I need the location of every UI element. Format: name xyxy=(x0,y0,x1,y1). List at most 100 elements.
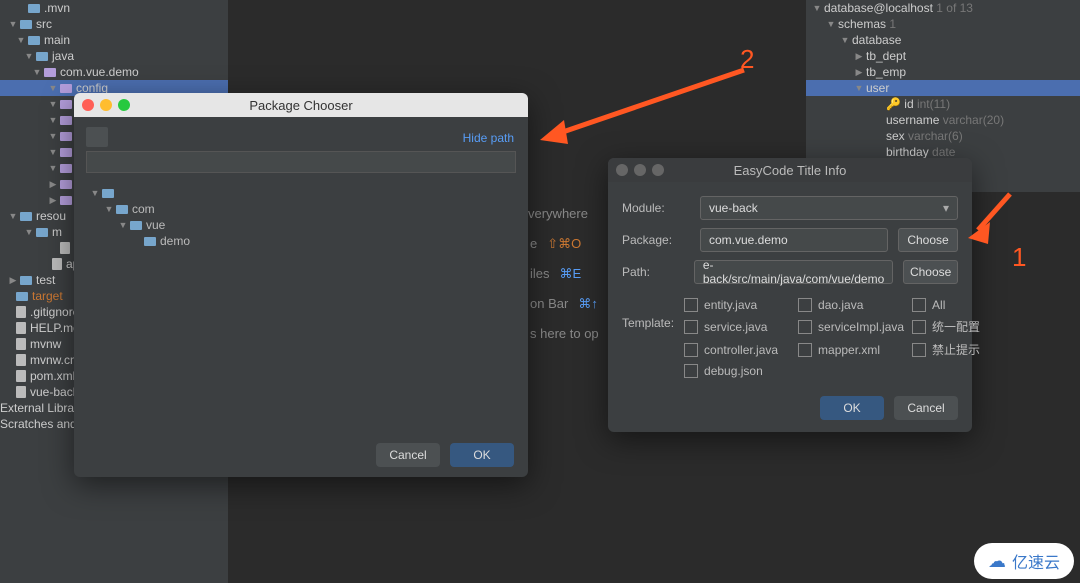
project-tree-item[interactable]: .mvn xyxy=(0,0,228,16)
db-tree-item[interactable]: ▼database@localhost 1 of 13 xyxy=(806,0,1080,16)
db-label: 🔑 id xyxy=(886,97,914,111)
folder-icon xyxy=(102,189,114,198)
checkbox-icon[interactable] xyxy=(684,343,698,357)
db-type: varchar(20) xyxy=(939,113,1004,127)
db-tree-item[interactable]: ▼database xyxy=(806,32,1080,48)
dialog-titlebar[interactable]: Package Chooser xyxy=(74,93,528,117)
checkbox-icon[interactable] xyxy=(912,320,926,334)
package-tree-item[interactable]: ▼ xyxy=(86,185,516,201)
choose-package-button[interactable]: Choose xyxy=(898,228,958,252)
checkbox-label: All xyxy=(932,298,945,312)
folder-icon xyxy=(116,205,128,214)
project-tree-item[interactable]: ▼com.vue.demo xyxy=(0,64,228,80)
template-checkbox[interactable]: serviceImpl.java xyxy=(798,318,908,335)
expand-icon[interactable]: ▼ xyxy=(8,19,18,29)
expand-icon[interactable]: ▼ xyxy=(8,211,18,221)
expand-icon[interactable]: ▼ xyxy=(24,51,34,61)
dialog-titlebar[interactable]: EasyCode Title Info xyxy=(608,158,972,182)
template-checkbox[interactable]: mapper.xml xyxy=(798,341,908,358)
minimize-icon[interactable] xyxy=(100,99,112,111)
expand-icon[interactable]: ▼ xyxy=(840,35,850,45)
expand-icon[interactable]: ▼ xyxy=(48,99,58,109)
new-folder-icon[interactable] xyxy=(86,127,108,147)
expand-icon[interactable]: ▼ xyxy=(854,83,864,93)
expand-icon[interactable]: ▼ xyxy=(16,35,26,45)
pkg-icon xyxy=(60,116,72,125)
template-checkbox[interactable]: All xyxy=(912,298,992,312)
template-checkbox[interactable]: controller.java xyxy=(684,341,794,358)
checkbox-icon[interactable] xyxy=(798,320,812,334)
tree-label: m xyxy=(52,225,62,239)
maximize-icon[interactable] xyxy=(652,164,664,176)
expand-icon[interactable]: ▼ xyxy=(48,147,58,157)
tree-label: test xyxy=(36,273,55,287)
maximize-icon[interactable] xyxy=(118,99,130,111)
expand-icon[interactable]: ▼ xyxy=(32,67,42,77)
project-tree-item[interactable]: ▼src xyxy=(0,16,228,32)
template-checkbox[interactable]: 禁止提示 xyxy=(912,341,992,358)
db-tree-item[interactable]: 🔑 id int(11) xyxy=(806,96,1080,112)
db-tree-item[interactable]: ▶tb_dept xyxy=(806,48,1080,64)
db-tree-item[interactable]: ▼schemas 1 xyxy=(806,16,1080,32)
module-select[interactable]: vue-back xyxy=(700,196,958,220)
project-tree-item[interactable]: ▼java xyxy=(0,48,228,64)
template-checkbox[interactable]: service.java xyxy=(684,318,794,335)
package-input[interactable]: com.vue.demo xyxy=(700,228,888,252)
template-checkbox[interactable]: entity.java xyxy=(684,298,794,312)
template-checkbox[interactable]: dao.java xyxy=(798,298,908,312)
expand-icon[interactable]: ▼ xyxy=(48,131,58,141)
path-input[interactable] xyxy=(86,151,516,173)
db-label: tb_emp xyxy=(866,65,906,79)
checkbox-icon[interactable] xyxy=(798,298,812,312)
template-checkbox[interactable]: 统一配置 xyxy=(912,318,992,335)
expand-icon[interactable]: ▼ xyxy=(826,19,836,29)
choose-path-button[interactable]: Choose xyxy=(903,260,958,284)
pkg-icon xyxy=(60,100,72,109)
expand-icon[interactable]: ▼ xyxy=(48,163,58,173)
minimize-icon[interactable] xyxy=(634,164,646,176)
cancel-button[interactable]: Cancel xyxy=(376,443,440,467)
ok-button[interactable]: OK xyxy=(820,396,884,420)
checkbox-icon[interactable] xyxy=(912,343,926,357)
cancel-button[interactable]: Cancel xyxy=(894,396,958,420)
expand-icon[interactable]: ▶ xyxy=(8,275,18,286)
db-tree-item[interactable]: ▼user xyxy=(806,80,1080,96)
expand-icon[interactable]: ▶ xyxy=(854,51,864,62)
expand-icon[interactable]: ▼ xyxy=(48,115,58,125)
template-checkbox[interactable]: debug.json xyxy=(684,364,794,378)
annotation-1: 1 xyxy=(1012,242,1026,273)
project-tree-item[interactable]: ▼main xyxy=(0,32,228,48)
package-tree-item[interactable]: ▼com xyxy=(86,201,516,217)
checkbox-icon[interactable] xyxy=(684,298,698,312)
checkbox-icon[interactable] xyxy=(912,298,926,312)
checkbox-icon[interactable] xyxy=(798,343,812,357)
expand-icon[interactable]: ▶ xyxy=(48,195,58,206)
hide-path-link[interactable]: Hide path xyxy=(463,131,514,145)
db-type xyxy=(906,49,909,63)
tree-label: HELP.md xyxy=(30,321,80,335)
expand-icon[interactable]: ▼ xyxy=(24,227,34,237)
expand-icon[interactable]: ▼ xyxy=(48,83,58,93)
expand-icon[interactable]: ▶ xyxy=(854,67,864,78)
checkbox-icon[interactable] xyxy=(684,364,698,378)
expand-icon[interactable]: ▼ xyxy=(118,220,128,230)
expand-icon[interactable]: ▶ xyxy=(48,179,58,190)
path-input[interactable]: e-back/src/main/java/com/vue/demo xyxy=(694,260,893,284)
package-tree-item[interactable]: ▼vue xyxy=(86,217,516,233)
checkbox-icon[interactable] xyxy=(684,320,698,334)
db-label: database xyxy=(852,33,901,47)
close-icon[interactable] xyxy=(616,164,628,176)
db-tree-item[interactable]: sex varchar(6) xyxy=(806,128,1080,144)
close-icon[interactable] xyxy=(82,99,94,111)
ok-button[interactable]: OK xyxy=(450,443,514,467)
expand-icon[interactable]: ▼ xyxy=(812,3,822,13)
path-label: Path: xyxy=(622,265,684,279)
db-tree-item[interactable]: username varchar(20) xyxy=(806,112,1080,128)
expand-icon[interactable]: ▼ xyxy=(104,204,114,214)
pkg-icon xyxy=(60,196,72,205)
package-tree-item[interactable]: demo xyxy=(86,233,516,249)
package-tree[interactable]: ▼▼com▼vuedemo xyxy=(86,185,516,249)
expand-icon[interactable]: ▼ xyxy=(90,188,100,198)
tree-label: target xyxy=(32,289,63,303)
db-tree-item[interactable]: ▶tb_emp xyxy=(806,64,1080,80)
